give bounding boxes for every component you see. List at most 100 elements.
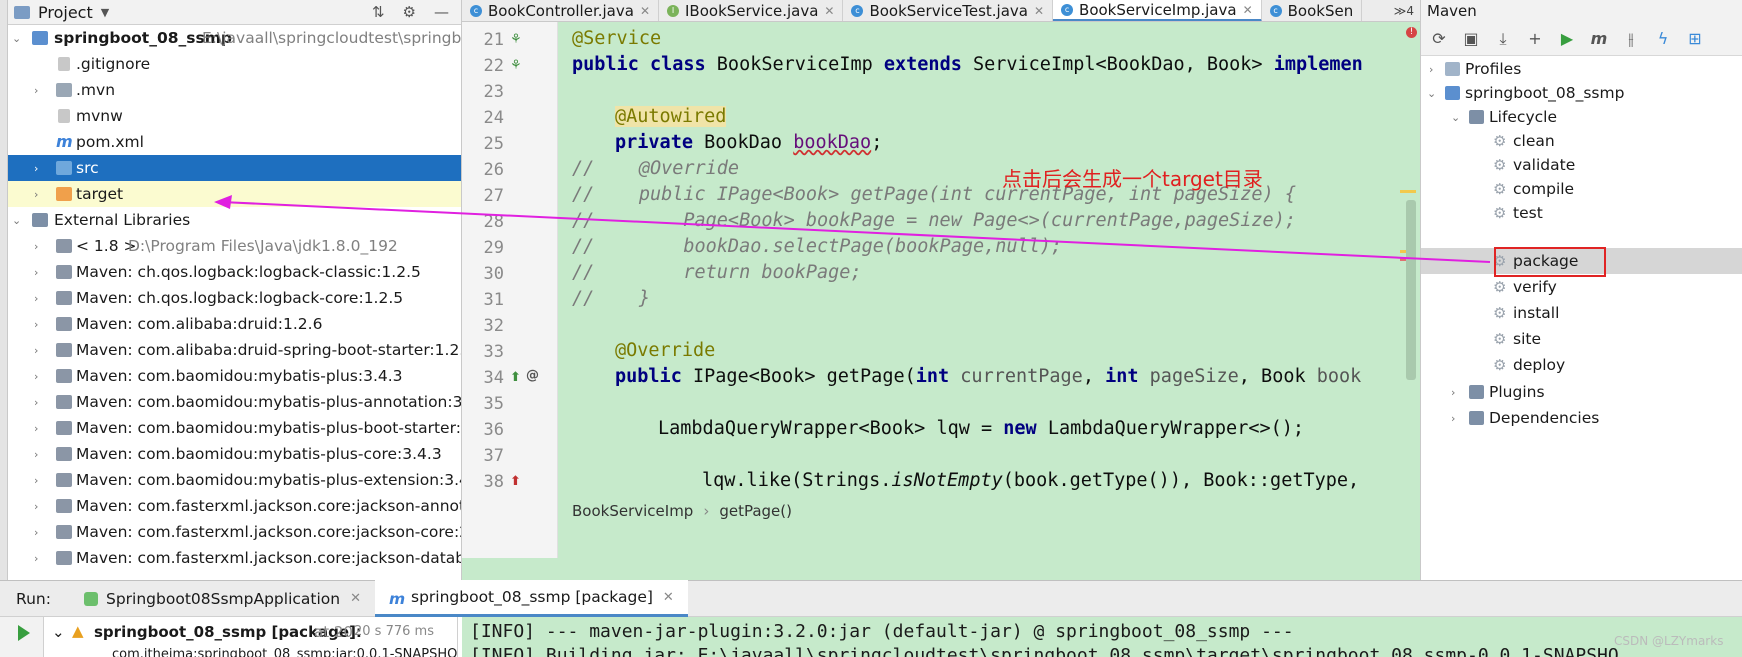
- editor-scrollbar-thumb[interactable]: [1406, 200, 1416, 380]
- run-tab-application[interactable]: Springboot08SsmpApplication ✕: [70, 580, 375, 617]
- spring-annotation-icon[interactable]: @: [526, 368, 539, 383]
- tab-book-service-truncated[interactable]: c BookSen: [1262, 0, 1363, 21]
- maven-goal-deploy[interactable]: ⚙ deploy: [1421, 352, 1742, 378]
- tree-item-library[interactable]: › Maven: com.baomidou:mybatis-plus-boot-…: [8, 415, 461, 441]
- breadcrumb-item[interactable]: BookServiceImp: [572, 502, 693, 520]
- chevron-right-icon[interactable]: ›: [34, 240, 46, 253]
- tree-item-library[interactable]: › Maven: ch.qos.logback:logback-core:1.2…: [8, 285, 461, 311]
- tab-overflow-button[interactable]: ≫4: [1388, 0, 1420, 21]
- tree-item-library[interactable]: › Maven: com.fasterxml.jackson.core:jack…: [8, 519, 461, 545]
- maven-item-profiles[interactable]: › Profiles: [1421, 56, 1742, 82]
- chevron-right-icon[interactable]: ›: [34, 162, 46, 175]
- collapse-all-icon[interactable]: ⇅: [372, 3, 385, 21]
- tree-item-library[interactable]: › Maven: com.baomidou:mybatis-plus-annot…: [8, 389, 461, 415]
- tree-item-mvnw[interactable]: mvnw: [8, 103, 461, 129]
- chevron-down-icon[interactable]: ⌄: [1451, 111, 1460, 124]
- maven-goal-site[interactable]: ⚙ site: [1421, 326, 1742, 352]
- chevron-right-icon[interactable]: ›: [34, 552, 46, 565]
- tree-item-external-libraries[interactable]: ⌄ External Libraries: [8, 207, 461, 233]
- override-method-icon[interactable]: ⬆: [510, 474, 521, 489]
- chevron-right-icon[interactable]: ›: [34, 396, 46, 409]
- chevron-down-icon[interactable]: ⌄: [52, 623, 65, 641]
- close-icon[interactable]: ✕: [640, 4, 650, 18]
- tab-book-controller[interactable]: c BookController.java ✕: [462, 0, 659, 21]
- warning-marker[interactable]: [1400, 190, 1416, 193]
- tree-item-pom[interactable]: m pom.xml: [8, 129, 461, 155]
- chevron-right-icon[interactable]: ›: [34, 344, 46, 357]
- rerun-icon[interactable]: [18, 625, 30, 641]
- chevron-right-icon[interactable]: ›: [34, 84, 46, 97]
- chevron-right-icon[interactable]: ›: [34, 500, 46, 513]
- download-icon[interactable]: ⤓: [1493, 29, 1513, 49]
- tree-item-library[interactable]: › Maven: ch.qos.logback:logback-classic:…: [8, 259, 461, 285]
- maven-item-dependencies[interactable]: › Dependencies: [1421, 405, 1742, 431]
- chevron-right-icon[interactable]: ›: [34, 266, 46, 279]
- reload-icon[interactable]: ⟳: [1429, 29, 1449, 48]
- chevron-right-icon[interactable]: ›: [34, 474, 46, 487]
- maven-item-plugins[interactable]: › Plugins: [1421, 379, 1742, 405]
- spring-bean-icon[interactable]: ⚘: [510, 58, 522, 73]
- tab-book-service-imp[interactable]: c BookServiceImp.java ✕: [1053, 0, 1262, 21]
- chevron-right-icon[interactable]: ›: [34, 188, 46, 201]
- maven-goal-test[interactable]: ⚙ test: [1421, 200, 1742, 226]
- gear-icon[interactable]: ⚙: [403, 3, 416, 21]
- chevron-right-icon[interactable]: ›: [1429, 63, 1433, 76]
- chevron-down-icon[interactable]: ▼: [101, 6, 109, 19]
- console-output[interactable]: [INFO] --- maven-jar-plugin:3.2.0:jar (d…: [462, 617, 1742, 657]
- tab-book-service-test[interactable]: c BookServiceTest.java ✕: [843, 0, 1054, 21]
- tree-item-library[interactable]: › Maven: com.baomidou:mybatis-plus-exten…: [8, 467, 461, 493]
- chevron-right-icon[interactable]: ›: [34, 526, 46, 539]
- toggle-offline-icon[interactable]: ⫲: [1621, 29, 1641, 49]
- run-tab-package[interactable]: m springboot_08_ssmp [package] ✕: [375, 580, 688, 617]
- tree-item-target[interactable]: › target: [8, 181, 461, 207]
- add-icon[interactable]: +: [1525, 29, 1545, 48]
- show-dependencies-icon[interactable]: ⊞: [1685, 29, 1705, 48]
- minimize-icon[interactable]: —: [434, 3, 449, 21]
- maven-item-project[interactable]: ⌄ springboot_08_ssmp: [1421, 80, 1742, 106]
- chevron-down-icon[interactable]: ⌄: [12, 214, 24, 227]
- maven-goal-validate[interactable]: ⚙ validate: [1421, 152, 1742, 178]
- tree-item-library[interactable]: › Maven: com.alibaba:druid:1.2.6: [8, 311, 461, 337]
- maven-item-lifecycle[interactable]: ⌄ Lifecycle: [1421, 104, 1742, 130]
- tree-item-jdk[interactable]: › < 1.8 > D:\Program Files\Java\jdk1.8.0…: [8, 233, 461, 259]
- chevron-right-icon[interactable]: ›: [34, 292, 46, 305]
- run-tree-subitem[interactable]: com.itheima:springboot_08_ssmp:jar:0.0.1…: [112, 647, 457, 657]
- close-icon[interactable]: ✕: [824, 4, 834, 18]
- tree-item-library[interactable]: › Maven: com.baomidou:mybatis-plus-core:…: [8, 441, 461, 467]
- run-icon[interactable]: ▶: [1557, 29, 1577, 48]
- maven-goal-install[interactable]: ⚙ install: [1421, 300, 1742, 326]
- tree-item-library[interactable]: › Maven: com.alibaba:druid-spring-boot-s…: [8, 337, 461, 363]
- chevron-right-icon[interactable]: ›: [34, 370, 46, 383]
- tree-item-library[interactable]: › Maven: com.fasterxml.jackson.core:jack…: [8, 545, 461, 571]
- close-icon[interactable]: ✕: [1034, 4, 1044, 18]
- chevron-right-icon[interactable]: ›: [1451, 386, 1455, 399]
- tree-item-library[interactable]: › Maven: com.baomidou:mybatis-plus:3.4.3: [8, 363, 461, 389]
- maven-goal-verify[interactable]: ⚙ verify: [1421, 274, 1742, 300]
- chevron-right-icon[interactable]: ›: [1451, 412, 1455, 425]
- error-indicator-icon[interactable]: !: [1406, 27, 1417, 38]
- tree-item-src[interactable]: › src: [8, 155, 461, 181]
- maven-goal-clean[interactable]: ⚙ clean: [1421, 128, 1742, 154]
- skip-tests-icon[interactable]: ϟ: [1653, 29, 1673, 48]
- breadcrumb-item[interactable]: getPage(): [719, 502, 792, 520]
- execute-goal-icon[interactable]: m: [1589, 29, 1609, 48]
- chevron-down-icon[interactable]: ⌄: [1427, 87, 1436, 100]
- tree-item-mvn[interactable]: › .mvn: [8, 77, 461, 103]
- implements-method-icon[interactable]: ⬆: [510, 370, 521, 385]
- spring-bean-icon[interactable]: ⚘: [510, 32, 522, 47]
- chevron-right-icon[interactable]: ›: [34, 318, 46, 331]
- chevron-right-icon[interactable]: ›: [34, 422, 46, 435]
- project-panel-title[interactable]: Project: [38, 3, 93, 22]
- tree-item-project-root[interactable]: ⌄ springboot_08_ssmp E:\javaall\springcl…: [8, 25, 461, 51]
- maven-goal-compile[interactable]: ⚙ compile: [1421, 176, 1742, 202]
- code-area[interactable]: @Service public class BookServiceImp ext…: [558, 22, 1420, 558]
- generate-sources-icon[interactable]: ▣: [1461, 29, 1481, 48]
- chevron-down-icon[interactable]: ⌄: [12, 32, 24, 45]
- tree-item-gitignore[interactable]: .gitignore: [8, 51, 461, 77]
- chevron-right-icon[interactable]: ›: [34, 448, 46, 461]
- close-icon[interactable]: ✕: [1243, 3, 1253, 17]
- close-icon[interactable]: ✕: [350, 591, 361, 606]
- tab-ibook-service[interactable]: I IBookService.java ✕: [659, 0, 844, 21]
- close-icon[interactable]: ✕: [663, 590, 674, 605]
- tree-item-library[interactable]: › Maven: com.fasterxml.jackson.core:jack…: [8, 493, 461, 519]
